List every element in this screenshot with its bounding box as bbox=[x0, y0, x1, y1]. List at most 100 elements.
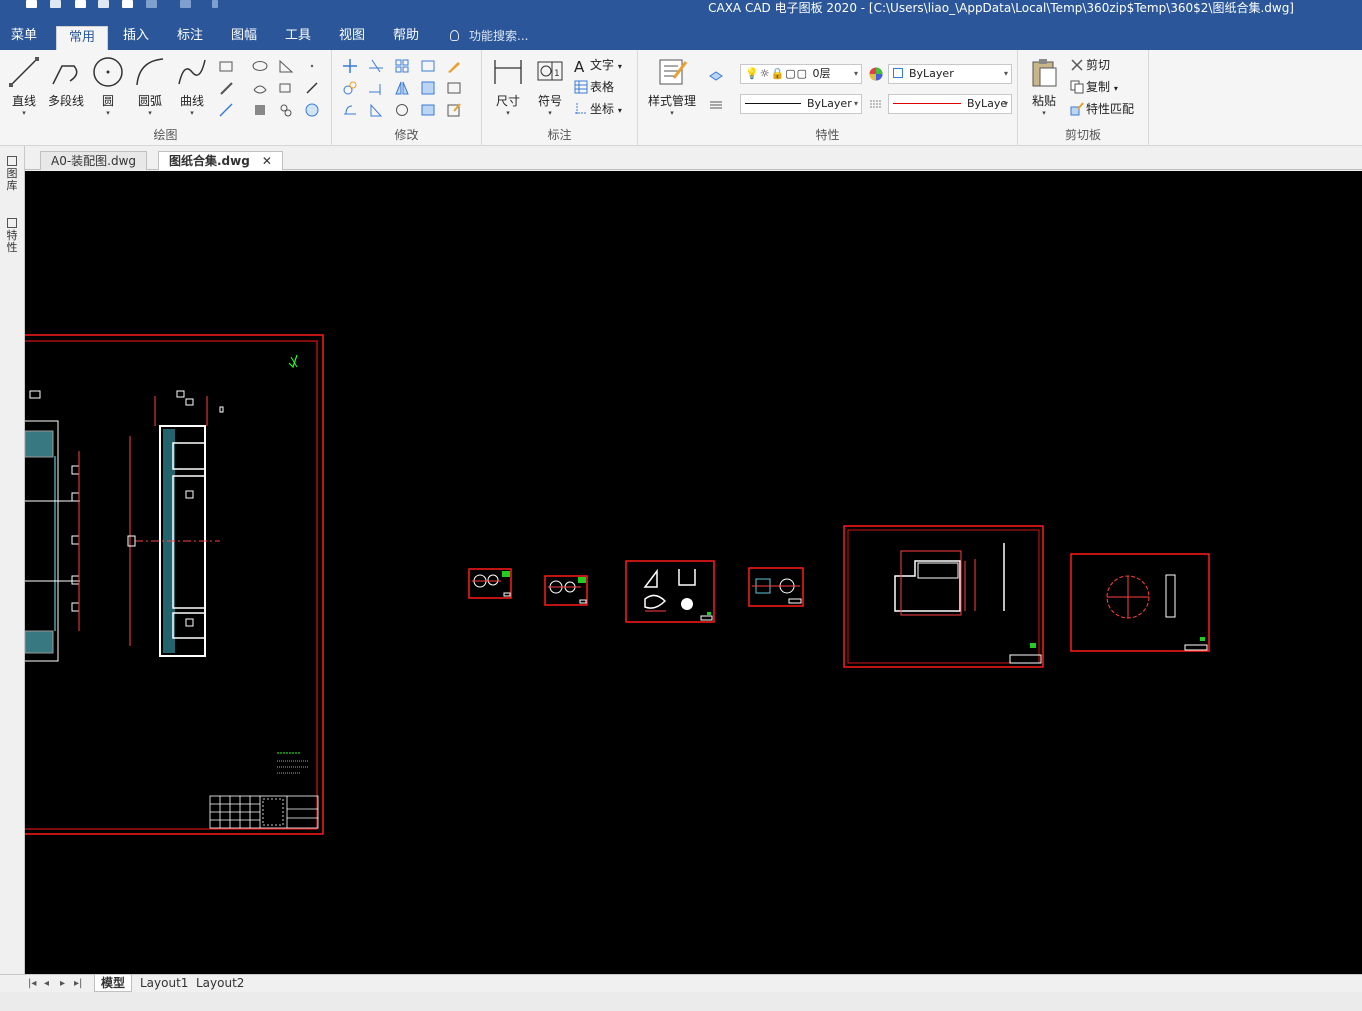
tab-common[interactable]: 常用 bbox=[56, 26, 108, 50]
redo-icon[interactable] bbox=[180, 0, 191, 8]
side-tab-properties[interactable]: 特性 bbox=[4, 218, 20, 254]
drawing-sheet-5[interactable] bbox=[843, 525, 1044, 668]
match-properties-button[interactable]: 特性匹配 bbox=[1070, 100, 1134, 118]
circle-icon bbox=[92, 56, 124, 88]
layer-manager-icon[interactable] bbox=[708, 66, 724, 82]
arc-button[interactable]: 圆弧 ▾ bbox=[130, 56, 170, 117]
parallel-line-icon[interactable] bbox=[218, 80, 234, 96]
spline-icon[interactable] bbox=[278, 80, 294, 96]
prev-layout-icon[interactable]: ◂ bbox=[44, 975, 49, 993]
open-file-icon[interactable] bbox=[50, 0, 61, 8]
coordinate-icon bbox=[575, 103, 587, 115]
cut-button[interactable]: 剪切 bbox=[1070, 56, 1110, 74]
last-layout-icon[interactable]: ▸| bbox=[74, 975, 82, 993]
linetype-scale-icon[interactable] bbox=[868, 96, 884, 112]
construction-line-icon[interactable] bbox=[218, 102, 234, 118]
customize-quick-access-icon[interactable] bbox=[212, 0, 218, 8]
hatch-icon[interactable] bbox=[252, 80, 268, 96]
next-layout-icon[interactable]: ▸ bbox=[60, 975, 65, 993]
drawing-canvas[interactable] bbox=[25, 171, 1362, 974]
offset-icon[interactable] bbox=[420, 58, 436, 74]
doc-tab-collection[interactable]: 图纸合集.dwg ✕ bbox=[158, 151, 283, 170]
extend-icon[interactable] bbox=[368, 80, 384, 96]
drawing-sheet-large[interactable] bbox=[25, 334, 324, 835]
menu-main[interactable]: 菜单 bbox=[4, 22, 44, 50]
model-space[interactable] bbox=[25, 171, 1362, 974]
point-icon[interactable] bbox=[304, 58, 320, 74]
coordinate-button[interactable]: 坐标 ▾ bbox=[574, 100, 622, 118]
paste-button[interactable]: 粘贴 ▾ bbox=[1024, 56, 1064, 117]
polygon-icon[interactable] bbox=[278, 58, 294, 74]
lineweight-dropdown[interactable]: ByLaye ▾ bbox=[888, 94, 1012, 114]
side-tab-library[interactable]: 图库 bbox=[4, 156, 20, 192]
symbol-label: 符号 bbox=[537, 94, 562, 108]
drawing-sheet-2[interactable] bbox=[544, 575, 588, 606]
tab-sheet[interactable]: 图幅 bbox=[224, 22, 264, 50]
arrow-icon[interactable] bbox=[304, 80, 320, 96]
properties-group: 样式管理 ▾ 💡☼🔒▢▢ 0层 ▾ ByLayer ▾ ByLayer ▾ ByLaye… bbox=[638, 50, 1018, 146]
sphere-icon[interactable] bbox=[304, 102, 320, 118]
layer-value: 0层 bbox=[812, 67, 831, 80]
layout-tab-layout2[interactable]: Layout2 bbox=[190, 975, 250, 992]
explode-icon[interactable] bbox=[420, 102, 436, 118]
color-wheel-icon[interactable] bbox=[868, 66, 884, 82]
doc-tab-assembly[interactable]: A0-装配图.dwg bbox=[40, 151, 148, 170]
text-button[interactable]: A 文字 ▾ bbox=[574, 56, 622, 75]
move-icon[interactable] bbox=[342, 58, 358, 74]
array-icon[interactable] bbox=[394, 58, 410, 74]
title-bar: CAXA CAD 电子图板 2020 - [C:\Users\liao_\App… bbox=[0, 0, 1362, 22]
color-dropdown[interactable]: ByLayer ▾ bbox=[888, 64, 1012, 84]
layout-tab-layout1[interactable]: Layout1 bbox=[134, 975, 194, 992]
style-manager-button[interactable]: 样式管理 ▾ bbox=[644, 56, 700, 117]
lineweight-icon[interactable] bbox=[708, 96, 724, 112]
edit-icon[interactable] bbox=[446, 102, 462, 118]
save-all-icon[interactable] bbox=[98, 0, 109, 8]
fillet-icon[interactable] bbox=[446, 80, 462, 96]
save-icon[interactable] bbox=[75, 0, 86, 8]
tab-tools[interactable]: 工具 bbox=[278, 22, 318, 50]
tab-help[interactable]: 帮助 bbox=[386, 22, 426, 50]
undo-icon[interactable] bbox=[146, 0, 157, 8]
erase-icon[interactable] bbox=[446, 58, 462, 74]
copy-button[interactable]: 复制 ▾ bbox=[1070, 78, 1118, 96]
trim-icon[interactable] bbox=[368, 58, 384, 74]
polyline-label: 多段线 bbox=[47, 94, 84, 108]
drawing-sheet-3[interactable] bbox=[625, 560, 715, 623]
scale-icon[interactable] bbox=[420, 80, 436, 96]
line-button[interactable]: 直线 ▾ bbox=[4, 56, 44, 117]
curve-button[interactable]: 曲线 ▾ bbox=[172, 56, 212, 117]
close-tab-icon[interactable]: ✕ bbox=[262, 154, 272, 168]
rotate-icon[interactable] bbox=[394, 102, 410, 118]
circle-button[interactable]: 圆 ▾ bbox=[88, 56, 128, 117]
tab-insert[interactable]: 插入 bbox=[116, 22, 156, 50]
polyline-button[interactable]: 多段线 bbox=[46, 56, 86, 109]
ellipse-icon[interactable] bbox=[252, 58, 268, 74]
tab-annotate[interactable]: 标注 bbox=[170, 22, 210, 50]
chamfer-icon[interactable] bbox=[368, 102, 384, 118]
dimension-button[interactable]: 尺寸 ▾ bbox=[488, 56, 528, 117]
copy-object-icon[interactable] bbox=[342, 80, 358, 96]
block-icon[interactable] bbox=[252, 102, 268, 118]
cloud-icon[interactable] bbox=[278, 102, 294, 118]
table-button[interactable]: 表格 bbox=[574, 78, 614, 96]
drawing-sheet-1[interactable] bbox=[468, 568, 512, 599]
linetype-dropdown[interactable]: ByLayer ▾ bbox=[740, 94, 862, 114]
new-file-icon[interactable] bbox=[26, 0, 37, 8]
symbol-button[interactable]: 1 符号 ▾ bbox=[530, 56, 570, 117]
feature-search[interactable]: 功能搜索... bbox=[450, 22, 528, 50]
stretch-icon[interactable] bbox=[342, 102, 358, 118]
print-icon[interactable] bbox=[122, 0, 133, 8]
properties-icon bbox=[7, 218, 17, 228]
rectangle-icon[interactable] bbox=[218, 58, 234, 74]
drawing-sheet-4[interactable] bbox=[748, 567, 804, 607]
side-panel: 图库 特性 bbox=[0, 146, 25, 974]
tab-view[interactable]: 视图 bbox=[332, 22, 372, 50]
layout-tab-model[interactable]: 模型 bbox=[94, 975, 133, 992]
drawing-sheet-6[interactable] bbox=[1070, 553, 1210, 652]
lineweight-value: ByLaye bbox=[967, 97, 1008, 110]
mirror-icon[interactable] bbox=[394, 80, 410, 96]
layer-dropdown[interactable]: 💡☼🔒▢▢ 0层 ▾ bbox=[740, 64, 862, 84]
modify-group-label: 修改 bbox=[394, 128, 419, 142]
roughness-symbol-large bbox=[288, 354, 298, 369]
first-layout-icon[interactable]: |◂ bbox=[28, 975, 36, 993]
